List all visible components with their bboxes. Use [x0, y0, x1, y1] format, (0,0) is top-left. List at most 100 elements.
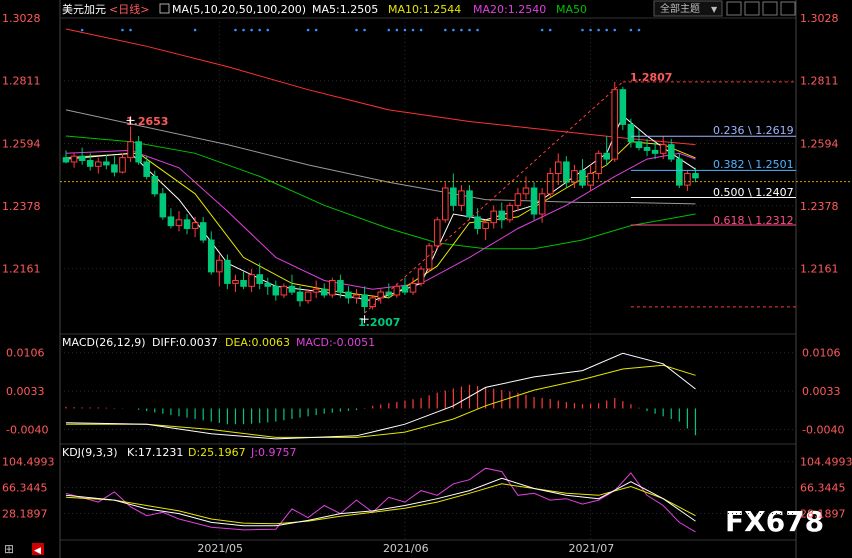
kdj-tick-label-right: 28.1897: [800, 507, 846, 520]
candle-body-up: [94, 161, 102, 167]
signal-dot: [476, 28, 479, 32]
price-tick-label-left: 1.2378: [2, 200, 41, 213]
date-tick-label: 2021/06: [383, 542, 429, 555]
signal-dot: [250, 28, 253, 32]
signal-dot: [419, 28, 423, 32]
candle-body-down: [603, 152, 610, 160]
candle-body-down: [345, 291, 352, 299]
candle-body-down: [199, 222, 207, 241]
zoom-icon[interactable]: ⊞: [4, 542, 14, 556]
candle-body-down: [635, 141, 643, 149]
kdj-k: K:17.1231: [127, 446, 183, 459]
kdj-tick-label-left: 66.3445: [2, 482, 48, 495]
candle-body-up: [304, 291, 312, 302]
signal-dot: [540, 28, 544, 32]
candle-body-up: [312, 288, 320, 293]
candle-body-up: [587, 173, 594, 186]
candle-body-down: [183, 219, 191, 229]
signal-dot: [403, 28, 407, 32]
candle-body-up: [409, 282, 417, 293]
fib-label-0382: 0.382 \ 1.2501: [713, 158, 794, 171]
signal-dot: [468, 28, 471, 32]
candle-body-down: [240, 280, 247, 287]
candle-body-down: [401, 285, 409, 293]
candle-body-down: [474, 216, 481, 229]
candle-body-down: [667, 144, 675, 160]
candle-body-up: [441, 187, 449, 221]
signal-dot: [443, 28, 447, 32]
candle-body-down: [78, 155, 86, 162]
signal-dot: [387, 28, 391, 32]
signal-dot: [266, 28, 270, 32]
price-tick-label-right: 1.2161: [800, 263, 839, 276]
candle-body-up: [571, 170, 578, 183]
price-tick-label-right: 1.2378: [800, 200, 839, 213]
candle-body-down: [111, 164, 118, 173]
signal-dot: [581, 28, 584, 32]
candle-body-up: [417, 268, 425, 284]
candle-body-up: [490, 210, 498, 224]
high-left-label: 1.2653: [126, 115, 168, 128]
theme-dropdown-icon[interactable]: ▼: [711, 5, 718, 14]
candle-body-down: [692, 173, 699, 179]
ma5-value: MA5:1.2505: [312, 3, 378, 16]
candle-body-down: [651, 149, 659, 154]
candle-body-up: [127, 141, 134, 159]
macd-macd: MACD:-0.0051: [296, 336, 375, 349]
signal-dot: [314, 28, 318, 32]
symbol-title: 美元加元: [62, 3, 106, 16]
candle-body-down: [167, 216, 175, 227]
candle-body-up: [353, 294, 360, 299]
scroll-left-icon: ◀: [34, 546, 41, 556]
signal-dot: [637, 28, 641, 32]
signal-dot: [460, 28, 463, 32]
macd-tick-label-right: 0.0033: [802, 385, 841, 398]
candle-body-up: [248, 274, 255, 287]
candle-body-down: [288, 285, 296, 293]
candle-body-down: [135, 141, 142, 163]
candle-body-up: [458, 190, 465, 206]
candle-body-down: [450, 187, 457, 206]
kdj-name: KDJ(9,3,3): [62, 446, 118, 459]
signal-dot: [306, 28, 310, 32]
candle-body-down: [337, 280, 344, 293]
candle-body-up: [232, 280, 239, 284]
signal-dot: [234, 28, 237, 32]
candle-body-down: [296, 291, 304, 302]
kdj-tick-label-left: 28.1897: [2, 507, 48, 520]
price-tick-label-right: 1.2811: [800, 75, 839, 88]
signal-dot: [121, 28, 124, 32]
candle-body-down: [385, 291, 393, 296]
candle-body-up: [522, 187, 530, 195]
candle-body-up: [191, 222, 199, 229]
candle-body-down: [103, 161, 110, 166]
candle-body-up: [393, 285, 401, 296]
candle-body-up: [329, 280, 336, 296]
candle-body-up: [546, 173, 554, 195]
macd-name: MACD(26,12,9): [62, 336, 146, 349]
ma20-value: MA20:1.2540: [473, 3, 546, 16]
theme-button-label: 全部主题: [660, 2, 700, 15]
price-tick-label-left: 1.2161: [2, 263, 41, 276]
candle-body-up: [611, 89, 619, 160]
candle-body-down: [143, 161, 150, 177]
macd-diff: DIFF:0.0037: [152, 336, 218, 349]
signal-dot: [597, 28, 600, 32]
candle-body-up: [119, 157, 126, 173]
date-tick-label: 2021/07: [569, 542, 615, 555]
candle-body-down: [159, 193, 167, 218]
signal-dot: [242, 28, 245, 32]
signal-dot: [395, 28, 399, 32]
price-tick-label-right: 1.3028: [800, 12, 839, 25]
chart-background: [0, 0, 852, 558]
signal-dot: [355, 28, 358, 32]
candle-body-down: [320, 288, 328, 296]
period-label[interactable]: <日线>: [109, 2, 149, 16]
signal-dot: [411, 28, 415, 32]
signal-dot: [548, 28, 552, 32]
candle-body-down: [272, 285, 280, 296]
macd-dea: DEA:0.0063: [225, 336, 290, 349]
candle-body-up: [538, 193, 546, 215]
ma-params-label: MA(5,10,20,50,100,200): [172, 3, 306, 16]
candle-body-down: [563, 161, 570, 183]
